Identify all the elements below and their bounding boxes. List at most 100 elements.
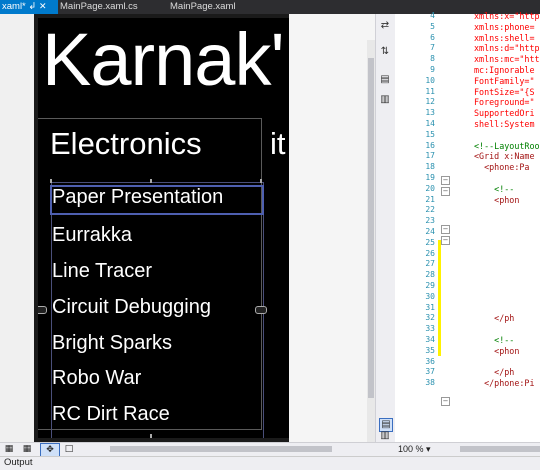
collapse-icon[interactable]: − [441,225,450,234]
app-title[interactable]: Karnak' [42,18,285,110]
code-line[interactable]: <Grid x:Name [474,151,535,162]
chevron-down-icon[interactable]: ▾ [426,444,431,454]
line-number: 33 [425,324,435,334]
code-line[interactable]: shell:System [474,119,535,130]
line-number: 32 [425,313,435,323]
line-number: 12 [425,97,435,107]
pin-icon[interactable]: ↲ [28,1,36,12]
list-item[interactable]: Circuit Debugging [52,294,211,320]
collapse-icon[interactable]: − [441,176,450,185]
vertical-split-icon[interactable]: ▥ [379,94,391,106]
line-number: 36 [425,356,435,366]
code-line[interactable]: xmlns:shell= [474,33,535,44]
phone-screen[interactable]: Karnak' Electronics it Paper Presentatio… [38,18,289,438]
zoom-value: 100 % [398,444,424,454]
line-number: 37 [425,367,435,377]
adorner-tick [150,179,152,183]
line-number: 35 [425,345,435,355]
code-line[interactable]: <phon [474,346,519,357]
line-number: 28 [425,270,435,280]
list-item[interactable]: Bright Sparks [52,330,172,356]
code-line[interactable]: Foreground=" [474,97,535,108]
tab-mainpage-xaml[interactable]: MainPage.xaml [168,0,237,14]
line-number: 14 [425,119,435,128]
line-number: 4 [430,11,435,20]
designer-vertical-scroll-thumb[interactable] [368,58,374,398]
collapse-icon[interactable]: − [441,236,450,245]
line-number: 25 [425,237,435,247]
adorner-tick [150,434,152,438]
close-icon[interactable]: ✕ [39,1,47,11]
list-item[interactable]: RC Dirt Race [52,401,170,427]
line-number: 10 [425,75,435,85]
collapse-icon[interactable]: − [441,187,450,196]
output-tab[interactable]: Output [4,457,33,468]
code-line[interactable]: xmlns:phone= [474,22,535,33]
line-number: 11 [425,86,435,96]
code-line[interactable]: </ph [474,367,514,378]
line-number: 6 [430,32,435,42]
code-line[interactable]: </ph [474,313,514,324]
swap-panes-icon[interactable]: ⇅ [379,46,391,58]
code-line[interactable]: </phone:Pi [474,378,534,389]
line-number: 9 [430,65,435,74]
list-item[interactable]: Paper Presentation [52,184,223,210]
code-line[interactable]: SupportedOri [474,108,535,119]
snap-icon[interactable]: ▦ [20,443,34,455]
adorner-tick [260,179,262,183]
list-item[interactable]: Line Tracer [52,258,152,284]
swap-panes-icon[interactable]: ⇄ [379,20,391,32]
tab-label: xaml* [2,1,26,12]
line-number: 21 [425,194,435,204]
line-number: 5 [430,21,435,31]
code-line[interactable]: <!--LayoutRoo [474,141,540,152]
code-line[interactable]: <!-- [474,184,514,195]
designer-horizontal-scroll-thumb[interactable] [110,446,332,452]
horizontal-split-icon[interactable]: ▤ [379,74,391,86]
zoom-level[interactable]: 100 % ▾ [398,443,431,455]
list-item[interactable]: Eurrakka [52,222,132,248]
xaml-view-icon[interactable]: ▥ [379,430,391,442]
line-number: 34 [425,335,435,344]
line-number: 13 [425,108,435,118]
line-number: 26 [425,248,435,258]
line-number: 18 [425,162,435,172]
code-line[interactable]: xmlns:mc="htt [474,54,540,65]
pivot-header-electronics[interactable]: Electronics [50,124,202,164]
line-number: 24 [425,227,435,236]
annotation-icon[interactable]: □ [62,443,76,455]
code-line[interactable]: <phon [474,195,519,206]
code-line[interactable]: <!-- [474,335,514,346]
list-item[interactable]: Robo War [52,365,141,391]
line-number: 8 [430,54,435,64]
designer-margin [0,14,34,442]
line-number: 31 [425,302,435,312]
resize-handle-left[interactable] [38,306,47,314]
pivot-header-next[interactable]: it [270,124,286,164]
tab-label: MainPage.xaml.cs [60,1,138,12]
code-line[interactable]: FontSize="{S [474,87,535,98]
editor-horizontal-scroll-thumb[interactable] [460,446,540,452]
line-number: 38 [425,378,435,388]
line-number: 20 [425,183,435,193]
code-line[interactable]: FontFamily=" [474,76,535,87]
code-line[interactable]: mc:Ignorable [474,65,535,76]
line-number: 19 [425,173,435,182]
grid-icon[interactable]: ▦ [2,443,16,455]
pan-icon[interactable]: ✥ [40,443,60,457]
tab-mainpage-xaml-cs[interactable]: MainPage.xaml.cs [58,0,140,14]
code-line[interactable]: xmlns:x="http [474,11,540,22]
code-line[interactable]: xmlns:d="http [474,43,540,54]
resize-handle-right[interactable] [255,306,267,314]
code-line[interactable]: <phone:Pa [474,162,529,173]
line-number: 23 [425,216,435,226]
tab-xaml-active[interactable]: xaml* ↲ ✕ [0,0,58,14]
line-number: 27 [425,259,435,269]
line-number: 29 [425,281,435,290]
collapse-icon[interactable]: − [441,397,450,406]
change-marker [438,246,441,356]
line-number: 30 [425,291,435,301]
line-number: 7 [430,43,435,53]
tab-label: MainPage.xaml [170,1,236,12]
adorner-tick [50,179,52,183]
